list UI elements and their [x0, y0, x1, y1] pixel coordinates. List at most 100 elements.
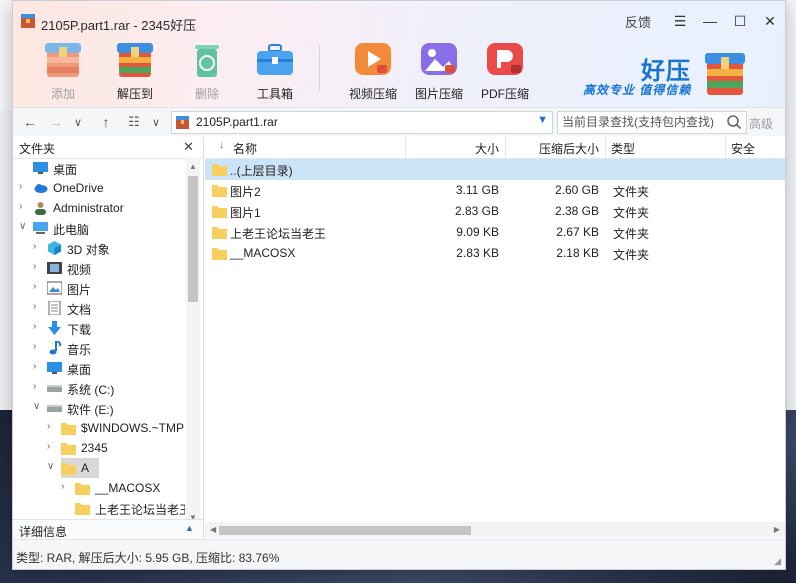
expand-chevron-icon[interactable]: ∨ — [19, 221, 29, 232]
folder-icon — [61, 421, 76, 435]
file-list-hscrollbar[interactable]: ◀ ▶ — [205, 522, 785, 538]
tree-node-label: 图片 — [67, 283, 92, 297]
menu-button[interactable]: ☰ — [665, 9, 695, 33]
pdf-compress-icon — [483, 39, 527, 79]
hscroll-thumb[interactable] — [219, 526, 471, 535]
expand-chevron-icon[interactable]: › — [19, 181, 29, 192]
expand-chevron-icon[interactable]: › — [47, 421, 57, 432]
view-mode-button[interactable]: ☷ — [123, 111, 145, 133]
folder-icon — [75, 481, 90, 495]
pdf-compress-button[interactable]: PDF压缩 — [467, 37, 543, 103]
tree-node-label: OneDrive — [53, 181, 104, 195]
expand-chevron-icon[interactable]: ∨ — [33, 401, 43, 412]
tree-node[interactable]: 上老王论坛当老王 — [13, 498, 185, 518]
expand-chevron-icon[interactable]: ∨ — [47, 461, 57, 472]
scroll-up-icon[interactable]: ▲ — [189, 162, 197, 171]
back-button[interactable]: ← — [19, 111, 41, 133]
expand-chevron-icon[interactable]: › — [33, 241, 43, 252]
tree-node[interactable]: ∨ 软件 (E:) — [13, 398, 185, 418]
file-size: 3.11 GB — [455, 183, 499, 197]
expand-chevron-icon[interactable]: › — [33, 281, 43, 292]
tree-node[interactable]: › __MACOSX — [13, 478, 185, 498]
add-label: 添加 — [50, 87, 75, 101]
column-packed-size[interactable]: 压缩后大小 — [505, 136, 606, 158]
path-dropdown-icon[interactable]: ▼ — [537, 114, 548, 126]
drive-icon — [47, 401, 62, 415]
resize-grip-icon[interactable]: ◢ — [774, 556, 781, 567]
file-row[interactable]: ..(上层目录) — [205, 159, 785, 180]
search-input[interactable] — [562, 114, 720, 130]
tree-node[interactable]: › 桌面 — [13, 358, 185, 378]
tree-node[interactable]: › 3D 对象 — [13, 238, 185, 258]
tree-node[interactable]: › 下载 — [13, 318, 185, 338]
tree-node[interactable]: › 文档 — [13, 298, 185, 318]
file-row[interactable]: 图片1 2.83 GB 2.38 GB 文件夹 — [205, 201, 785, 222]
add-button[interactable]: 添加 — [25, 37, 101, 103]
delete-button[interactable]: 删除 — [169, 37, 245, 103]
up-button[interactable]: ↑ — [95, 111, 117, 133]
scroll-right-icon[interactable]: ▶ — [774, 525, 780, 534]
path-field[interactable]: 2105P.part1.rar ▼ — [171, 111, 553, 134]
window-title: 2105P.part1.rar - 2345好压 — [41, 18, 197, 33]
tree-node-label: 下载 — [67, 323, 92, 337]
search-field[interactable] — [557, 111, 747, 134]
file-row[interactable]: 上老王论坛当老王 9.09 KB 2.67 KB 文件夹 — [205, 222, 785, 243]
expand-chevron-icon[interactable]: › — [33, 261, 43, 272]
app-logo-icon — [21, 14, 35, 28]
tree-node-label: 桌面 — [67, 363, 92, 377]
scroll-thumb[interactable] — [188, 176, 198, 302]
tree-node[interactable]: › OneDrive — [13, 178, 185, 198]
folder-icon — [75, 501, 90, 515]
view-mode-dropdown[interactable]: ∨ — [145, 111, 167, 133]
file-name: __MACOSX — [230, 246, 296, 260]
detail-info-bar[interactable]: 详细信息 ▲ — [13, 519, 203, 540]
video-compress-label: 视频压缩 — [348, 87, 397, 101]
minimize-button[interactable]: — — [695, 9, 725, 33]
document-icon — [47, 300, 62, 316]
folder-tree-header: 文件夹 ✕ — [13, 136, 203, 159]
forward-button[interactable]: → — [45, 111, 67, 133]
column-type[interactable]: 类型 — [605, 136, 726, 158]
tree-node-label: 此电脑 — [53, 223, 90, 237]
history-dropdown[interactable]: ∨ — [67, 111, 89, 133]
folder-icon — [61, 441, 76, 455]
folder-tree-close-icon[interactable]: ✕ — [183, 139, 194, 155]
tree-node[interactable]: › 音乐 — [13, 338, 185, 358]
expand-chevron-icon[interactable]: › — [47, 441, 57, 452]
expand-chevron-icon[interactable]: › — [61, 481, 71, 492]
maximize-button[interactable]: ☐ — [725, 9, 755, 33]
tree-node[interactable]: › 图片 — [13, 278, 185, 298]
expand-chevron-icon[interactable]: › — [33, 361, 43, 372]
column-size[interactable]: 大小 — [405, 136, 506, 158]
advanced-search-button[interactable]: 高级 — [749, 115, 773, 132]
tree-node[interactable]: › 2345 — [13, 438, 185, 458]
image-compress-button[interactable]: 图片压缩 — [401, 37, 477, 103]
scroll-left-icon[interactable]: ◀ — [210, 525, 216, 534]
tree-node[interactable]: 桌面 — [13, 158, 185, 178]
tree-node[interactable]: › 视频 — [13, 258, 185, 278]
folder-tree-scrollbar[interactable]: ▲ ▼ — [186, 158, 200, 524]
column-name[interactable]: ↓ 名称 — [205, 136, 406, 158]
file-row[interactable]: __MACOSX 2.83 KB 2.18 KB 文件夹 — [205, 243, 785, 264]
toolbox-button[interactable]: 工具箱 — [237, 37, 313, 103]
tree-node[interactable]: › Administrator — [13, 198, 185, 218]
expand-chevron-icon[interactable]: › — [33, 381, 43, 392]
file-list-panel: ↓ 名称 大小 压缩后大小 类型 安全 ..(上层目录) 图片2 3.11 GB 2.… — [205, 136, 785, 538]
tree-node[interactable]: › 系统 (C:) — [13, 378, 185, 398]
video-compress-button[interactable]: 视频压缩 — [335, 37, 411, 103]
expand-chevron-icon[interactable]: › — [33, 321, 43, 332]
column-security[interactable]: 安全 — [725, 136, 785, 158]
file-row[interactable]: 图片2 3.11 GB 2.60 GB 文件夹 — [205, 180, 785, 201]
tree-node[interactable]: ∨ 此电脑 — [13, 218, 185, 238]
file-type: 文件夹 — [613, 206, 650, 220]
tree-node[interactable]: › $WINDOWS.~TMP — [13, 418, 185, 438]
extract-button[interactable]: 解压到 — [97, 37, 173, 103]
close-button[interactable]: ✕ — [755, 9, 785, 33]
feedback-link[interactable]: 反馈 — [625, 12, 651, 31]
expand-chevron-icon[interactable]: › — [19, 201, 29, 212]
tree-node[interactable]: ∨ A — [13, 458, 185, 478]
expand-chevron-icon[interactable]: › — [33, 341, 43, 352]
expand-chevron-icon[interactable]: › — [33, 301, 43, 312]
search-icon[interactable] — [726, 114, 742, 130]
expand-arrow-icon[interactable]: ▲ — [185, 523, 194, 533]
